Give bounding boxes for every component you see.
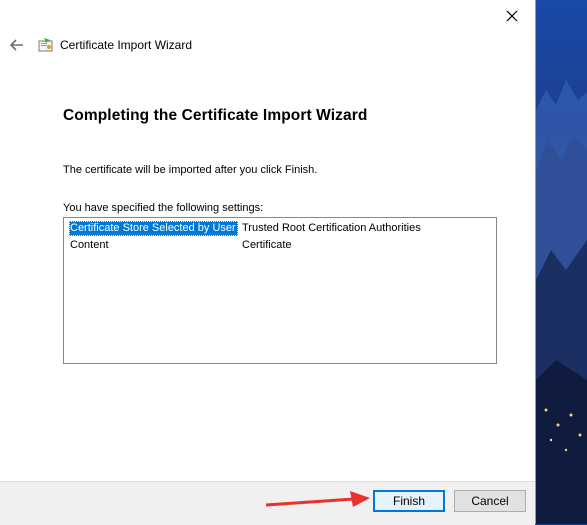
- back-arrow-icon: [10, 39, 23, 51]
- settings-value: Certificate: [242, 239, 292, 251]
- back-button[interactable]: [8, 36, 26, 54]
- close-icon: [506, 10, 518, 21]
- wizard-title: Certificate Import Wizard: [60, 38, 193, 52]
- settings-key: Content: [70, 239, 109, 251]
- page-heading: Completing the Certificate Import Wizard: [63, 107, 368, 124]
- description-text: The certificate will be imported after y…: [63, 164, 318, 176]
- settings-key: Certificate Store Selected by User: [69, 221, 238, 236]
- close-button[interactable]: [489, 0, 535, 31]
- finish-button[interactable]: Finish: [373, 490, 445, 512]
- cancel-button[interactable]: Cancel: [454, 490, 526, 512]
- annotation-arrow: [265, 491, 370, 507]
- settings-label: You have specified the following setting…: [63, 202, 264, 214]
- settings-value: Trusted Root Certification Authorities: [242, 222, 421, 234]
- settings-list[interactable]: Certificate Store Selected by User Trust…: [63, 217, 497, 364]
- certificate-wizard-icon: [38, 38, 53, 52]
- certificate-import-wizard-window: Certificate Import Wizard Completing the…: [0, 0, 536, 525]
- desktop-mountains: [536, 80, 587, 524]
